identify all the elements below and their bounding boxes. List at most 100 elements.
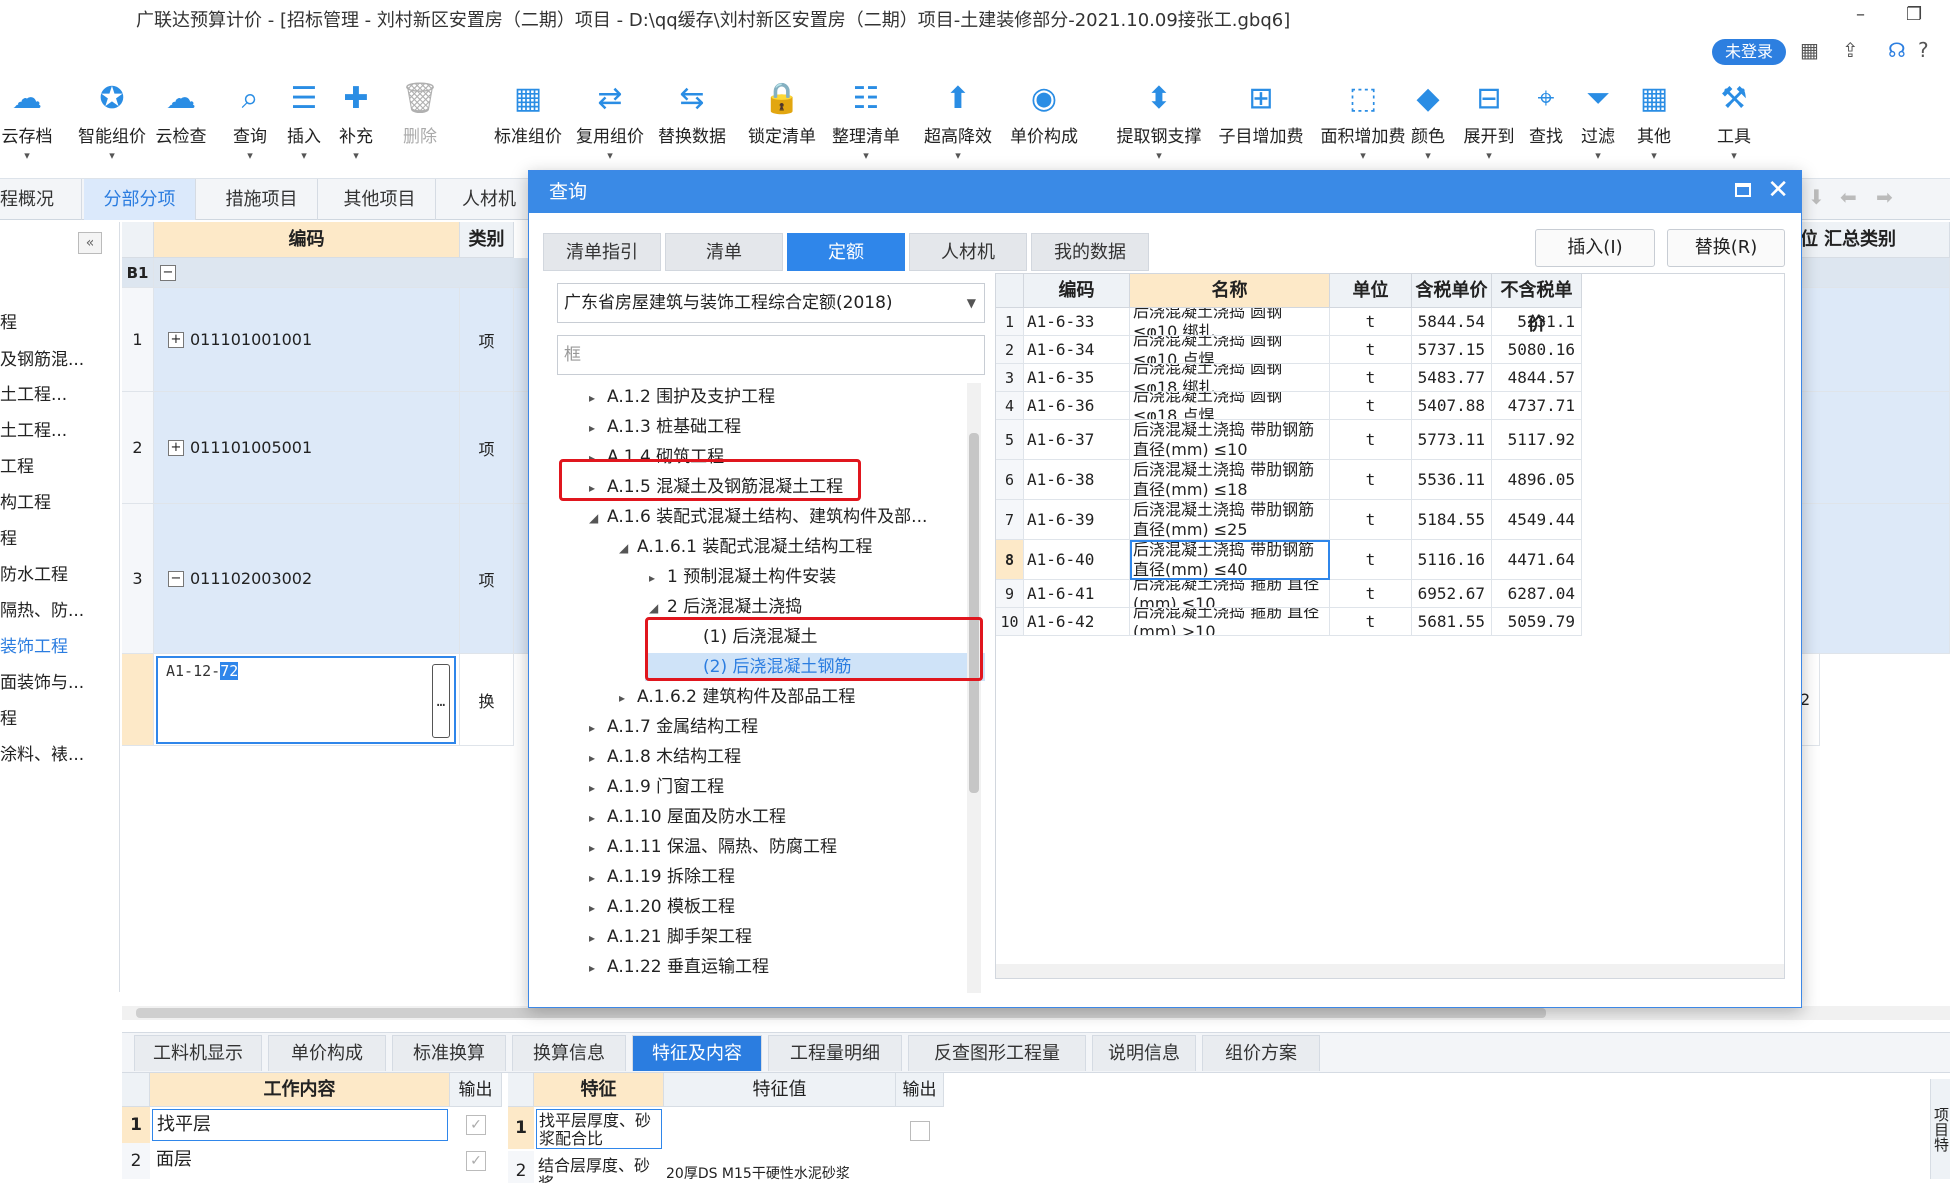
tree-toggle-icon[interactable]: ▸ xyxy=(589,954,607,982)
left-tree-item[interactable]: 构工程 xyxy=(0,488,51,513)
bottom-tab[interactable]: 标准换算 xyxy=(392,1035,506,1071)
tree-toggle-icon[interactable]: ▸ xyxy=(619,684,637,712)
col-notax-price[interactable]: 不含税单价 xyxy=(1492,274,1582,335)
tree-node[interactable]: ▸ A.1.22 垂直运输工程 xyxy=(589,953,769,981)
quota-code[interactable]: A1-6-35 xyxy=(1024,364,1130,392)
ribbon-button-10[interactable]: ⇆ 替换数据 xyxy=(646,78,738,161)
insert-button[interactable]: 插入(I) xyxy=(1535,229,1655,267)
ribbon-button-6[interactable]: ✚ 补充 ▾ xyxy=(328,78,384,163)
tab-my-data[interactable]: 我的数据 xyxy=(1031,233,1149,271)
bottom-tab[interactable]: 说明信息 xyxy=(1092,1035,1196,1071)
table-row-code[interactable]: +011101001001 xyxy=(154,288,460,392)
feature-row-name[interactable]: 结合层厚度、砂浆 xyxy=(536,1155,662,1183)
quota-tax-price[interactable]: 5483.77 xyxy=(1412,364,1492,392)
code-edit-cell[interactable]: A1-12-72 … xyxy=(154,654,460,746)
bottom-tab[interactable]: 单价构成 xyxy=(268,1035,386,1071)
ribbon-button-14[interactable]: ◉ 单价构成 xyxy=(998,78,1090,161)
tree-node[interactable]: ▸ A.1.20 模板工程 xyxy=(589,893,735,921)
expand-icon[interactable]: + xyxy=(168,439,184,456)
bottom-tab[interactable]: 反查图形工程量 xyxy=(908,1035,1086,1071)
tree-toggle-icon[interactable]: ◢ xyxy=(589,504,607,532)
quota-name[interactable]: 后浇混凝土浇捣 圆钢 ≤φ10 绑扎 xyxy=(1130,308,1330,336)
quota-code[interactable]: A1-6-40 xyxy=(1024,540,1130,580)
tab-quota[interactable]: 定额 xyxy=(787,233,905,271)
tab-measures[interactable]: 措施项目 xyxy=(206,179,318,220)
quota-notax-price[interactable]: 5059.79 xyxy=(1492,608,1582,636)
quota-tax-price[interactable]: 5116.16 xyxy=(1412,540,1492,580)
tree-node[interactable]: ▸ A.1.19 拆除工程 xyxy=(589,863,735,891)
bottom-tab[interactable]: 特征及内容 xyxy=(632,1035,762,1071)
quota-name[interactable]: 后浇混凝土浇捣 带肋钢筋 直径(mm) ≤40 xyxy=(1130,540,1330,580)
upload-menu-icon[interactable]: ⇪ xyxy=(1842,38,1859,62)
expand-icon[interactable]: + xyxy=(168,331,184,348)
side-panel-tab[interactable]: 项目特 xyxy=(1930,1079,1950,1179)
tree-toggle-icon[interactable]: ▸ xyxy=(589,924,607,952)
restore-button[interactable]: ❐ xyxy=(1906,4,1922,25)
tree-node[interactable]: ▸ A.1.6.2 建筑构件及部品工程 xyxy=(619,683,855,711)
left-tree-item[interactable]: 及钢筋混... xyxy=(0,345,84,370)
tree-node[interactable]: ◢ A.1.6 装配式混凝土结构、建筑构件及部... xyxy=(589,503,927,531)
quota-unit[interactable]: t xyxy=(1330,460,1412,500)
work-row-content[interactable]: 面层 xyxy=(152,1145,448,1177)
quota-name[interactable]: 后浇混凝土浇捣 带肋钢筋 直径(mm) ≤10 xyxy=(1130,420,1330,460)
tree-toggle-icon[interactable]: ▸ xyxy=(589,714,607,742)
tree-node[interactable]: ◢ A.1.6.1 装配式混凝土结构工程 xyxy=(619,533,872,561)
grid-header-code[interactable]: 编码 xyxy=(154,222,460,258)
bottom-tab[interactable]: 换算信息 xyxy=(512,1035,626,1071)
tree-node[interactable]: ▸ A.1.10 屋面及防水工程 xyxy=(589,803,786,831)
tree-toggle-icon[interactable]: ▸ xyxy=(649,564,667,592)
tab-labor-material[interactable]: 人材机 xyxy=(909,233,1027,271)
tree-scrollbar-thumb[interactable] xyxy=(969,433,979,793)
tree-node[interactable]: ▸ A.1.11 保温、隔热、防腐工程 xyxy=(589,833,837,861)
table-row-code[interactable]: +011101005001 xyxy=(154,392,460,504)
tab-division-items[interactable]: 分部分项 xyxy=(84,179,196,220)
tab-project-overview[interactable]: 程概况 xyxy=(0,179,82,220)
table-row-code[interactable]: −011102003002 xyxy=(154,504,460,654)
quota-notax-price[interactable]: 6287.04 xyxy=(1492,580,1582,608)
feature-output-checkbox[interactable] xyxy=(910,1121,930,1141)
bottom-tab[interactable]: 组价方案 xyxy=(1202,1035,1320,1071)
left-tree-item[interactable]: 面装饰与... xyxy=(0,668,84,693)
grid-header-type[interactable]: 类别 xyxy=(460,222,514,258)
quota-unit[interactable]: t xyxy=(1330,336,1412,364)
left-tree-item[interactable]: 程 xyxy=(0,308,17,333)
quota-code[interactable]: A1-6-33 xyxy=(1024,308,1130,336)
left-tree-item[interactable]: 装饰工程 xyxy=(0,632,68,657)
work-output-checkbox[interactable]: ✓ xyxy=(466,1115,486,1135)
tree-node[interactable]: ▸ 1 预制混凝土构件安装 xyxy=(649,563,836,591)
tree-node[interactable]: ▸ A.1.8 木结构工程 xyxy=(589,743,741,771)
ribbon-button-15[interactable]: ⬍ 提取钢支撑 ▾ xyxy=(1104,78,1214,163)
quota-name[interactable]: 后浇混凝土浇捣 带肋钢筋 直径(mm) ≤25 xyxy=(1130,500,1330,540)
quota-code[interactable]: A1-6-42 xyxy=(1024,608,1130,636)
ribbon-button-16[interactable]: ⊞ 子目增加费 xyxy=(1206,78,1316,161)
arrow-left-icon[interactable]: ⬅ xyxy=(1840,185,1857,209)
arrow-right-icon[interactable]: ➡ xyxy=(1876,185,1893,209)
quota-unit[interactable]: t xyxy=(1330,608,1412,636)
left-tree-item[interactable]: 隔热、防... xyxy=(0,596,84,621)
quota-unit[interactable]: t xyxy=(1330,540,1412,580)
bottom-tab[interactable]: 工程量明细 xyxy=(768,1035,902,1071)
col-unit[interactable]: 单位 xyxy=(1330,274,1412,308)
ribbon-button-18[interactable]: ◆ 颜色 ▾ xyxy=(1400,78,1456,163)
quota-notax-price[interactable]: 5117.92 xyxy=(1492,420,1582,460)
tree-node[interactable]: ▸ A.1.9 门窗工程 xyxy=(589,773,724,801)
arrow-down-icon[interactable]: ⬇ xyxy=(1808,185,1825,209)
work-row-content[interactable]: 找平层 xyxy=(152,1109,448,1141)
quota-tax-price[interactable]: 5844.54 xyxy=(1412,308,1492,336)
search-input[interactable]: 框 xyxy=(557,335,985,375)
ribbon-button-1[interactable]: ☁ 云存档 ▾ xyxy=(0,78,64,163)
quota-tax-price[interactable]: 5536.11 xyxy=(1412,460,1492,500)
quota-unit[interactable]: t xyxy=(1330,364,1412,392)
quota-library-select[interactable]: 广东省房屋建筑与装饰工程综合定额(2018) ▼ xyxy=(557,283,985,323)
quota-name[interactable]: 后浇混凝土浇捣 圆钢 ≤φ18 点焊 xyxy=(1130,392,1330,420)
quota-unit[interactable]: t xyxy=(1330,308,1412,336)
code-edit-input[interactable]: A1-12-72 … xyxy=(156,656,456,744)
quota-code[interactable]: A1-6-38 xyxy=(1024,460,1130,500)
quota-code[interactable]: A1-6-39 xyxy=(1024,500,1130,540)
left-tree-item[interactable]: 程 xyxy=(0,704,17,729)
ribbon-button-19[interactable]: ⊟ 展开到 ▾ xyxy=(1452,78,1526,163)
quota-tax-price[interactable]: 5407.88 xyxy=(1412,392,1492,420)
tree-toggle-icon[interactable]: ▸ xyxy=(589,744,607,772)
bottom-tab[interactable]: 工料机显示 xyxy=(134,1035,262,1071)
left-tree-item[interactable]: 土工程... xyxy=(0,380,67,405)
